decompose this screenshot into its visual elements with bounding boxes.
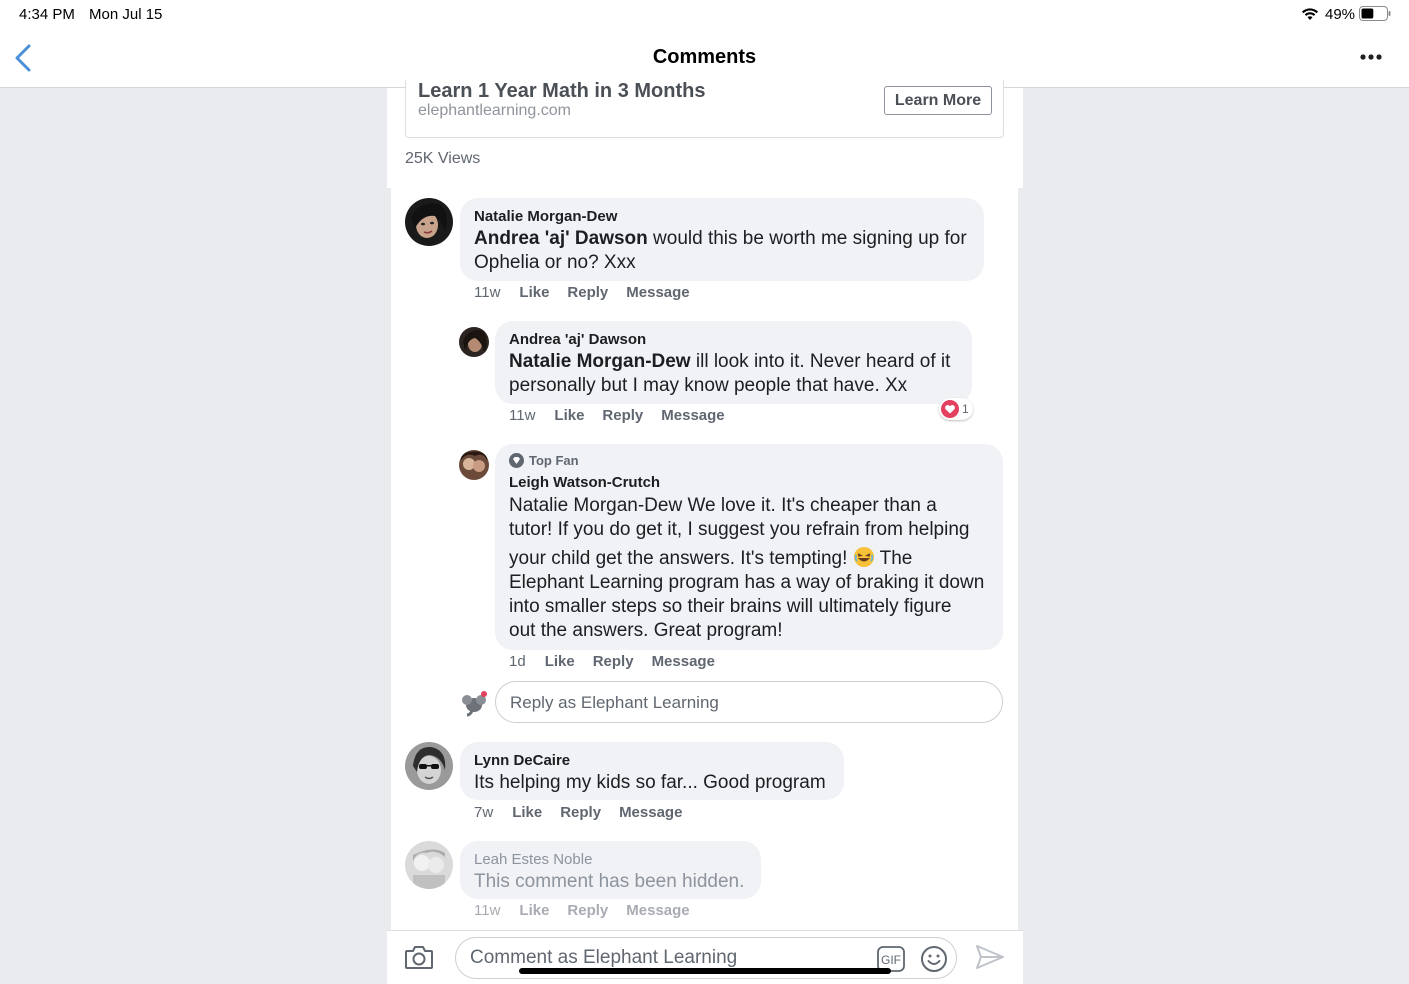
comment-actions: 7w Like Reply Message xyxy=(474,804,682,821)
avatar-natalie-icon xyxy=(405,198,453,246)
reply-input[interactable]: Reply as Elephant Learning xyxy=(495,681,1003,723)
page-avatar xyxy=(459,688,489,718)
avatar[interactable] xyxy=(405,841,453,889)
mention-link[interactable]: Andrea 'aj' Dawson xyxy=(474,228,648,249)
comment-text: This comment has been hidden. xyxy=(474,871,745,892)
top-fan-badge: Top Fan xyxy=(509,453,579,468)
message-button[interactable]: Message xyxy=(626,284,689,301)
comment-time: 11w xyxy=(474,902,501,919)
like-button[interactable]: Like xyxy=(554,407,584,424)
diamond-badge-icon xyxy=(509,453,524,468)
like-button[interactable]: Like xyxy=(519,284,549,301)
svg-text:GIF: GIF xyxy=(881,953,901,967)
more-horizontal-icon[interactable] xyxy=(1356,50,1386,64)
comment-bubble: Leah Estes Noble This comment has been h… xyxy=(460,841,761,899)
avatar[interactable] xyxy=(459,450,489,480)
comment-author[interactable]: Natalie Morgan-Dew xyxy=(474,208,617,225)
like-button[interactable]: Like xyxy=(519,902,549,919)
badge-label: Top Fan xyxy=(529,453,579,468)
comment-time: 7w xyxy=(474,804,494,821)
heart-icon xyxy=(941,400,959,418)
like-button[interactable]: Like xyxy=(545,653,575,670)
message-button[interactable]: Message xyxy=(619,804,682,821)
comment-text: Andrea 'aj' Dawson would this be worth m… xyxy=(474,228,967,273)
mention-link[interactable]: Natalie Morgan-Dew xyxy=(509,351,691,372)
wifi-icon xyxy=(1302,8,1318,20)
battery-percentage: 49% xyxy=(1325,6,1356,23)
avatar[interactable] xyxy=(459,327,489,357)
elephant-logo-icon xyxy=(462,691,487,717)
laughing-emoji-icon xyxy=(853,547,874,567)
page-title: Comments xyxy=(652,46,757,68)
avatar-lynn-icon xyxy=(405,742,453,790)
comment-author[interactable]: Leigh Watson-Crutch xyxy=(509,474,660,491)
status-date: Mon Jul 15 xyxy=(89,6,163,23)
avatar[interactable] xyxy=(405,742,453,790)
comment-text: Natalie Morgan-Dew ill look into it. Nev… xyxy=(509,351,951,396)
reaction-number: 1 xyxy=(962,402,969,416)
comment-author[interactable]: Lynn DeCaire xyxy=(474,752,570,769)
ad-link-card[interactable]: Learn 1 Year Math in 3 Months elephantle… xyxy=(405,80,1004,138)
comment-bubble: Natalie Morgan-Dew Andrea 'aj' Dawson wo… xyxy=(460,198,984,281)
ad-title: Learn 1 Year Math in 3 Months xyxy=(418,80,706,102)
comment-actions: 11w Like Reply Message xyxy=(474,284,690,301)
comment-composer: Comment as Elephant Learning GIF xyxy=(387,930,1023,984)
nav-bar: Comments xyxy=(0,28,1409,88)
reply-button[interactable]: Reply xyxy=(602,407,643,424)
avatar-andrea-icon xyxy=(459,327,489,357)
home-indicator xyxy=(519,968,891,974)
status-time: 4:34 PM xyxy=(19,6,75,23)
status-bar: 4:34 PM Mon Jul 15 49% xyxy=(0,0,1409,28)
reply-placeholder: Reply as Elephant Learning xyxy=(510,693,719,712)
comment-bubble: Andrea 'aj' Dawson Natalie Morgan-Dew il… xyxy=(495,321,972,404)
comment-actions: 11w Like Reply Message xyxy=(509,407,725,424)
comment-actions: 1d Like Reply Message xyxy=(509,653,715,670)
comment-time: 1d xyxy=(509,653,526,670)
avatar[interactable] xyxy=(405,198,453,246)
avatar-leigh-icon xyxy=(459,450,489,480)
comment-text: Its helping my kids so far... Good progr… xyxy=(474,772,826,793)
comment-bubble: Lynn DeCaire Its helping my kids so far.… xyxy=(460,742,844,800)
ad-domain: elephantlearning.com xyxy=(418,102,571,119)
reaction-count[interactable]: 1 xyxy=(939,398,973,420)
view-count: 25K Views xyxy=(405,150,481,167)
reply-button[interactable]: Reply xyxy=(593,653,634,670)
comment-author[interactable]: Andrea 'aj' Dawson xyxy=(509,331,646,348)
smiley-icon[interactable] xyxy=(920,945,948,973)
message-button[interactable]: Message xyxy=(626,902,689,919)
reply-button[interactable]: Reply xyxy=(567,284,608,301)
comment-placeholder: Comment as Elephant Learning xyxy=(470,947,738,968)
message-button[interactable]: Message xyxy=(661,407,724,424)
comment-author[interactable]: Leah Estes Noble xyxy=(474,851,592,868)
camera-icon[interactable] xyxy=(404,943,434,971)
comment-actions: 11w Like Reply Message xyxy=(474,902,690,919)
learn-more-button[interactable]: Learn More xyxy=(884,86,992,115)
battery-icon xyxy=(1359,6,1391,21)
reply-button[interactable]: Reply xyxy=(567,902,608,919)
comment-time: 11w xyxy=(474,284,501,301)
avatar-leah-icon xyxy=(405,841,453,889)
comment-time: 11w xyxy=(509,407,536,424)
like-button[interactable]: Like xyxy=(512,804,542,821)
reply-button[interactable]: Reply xyxy=(560,804,601,821)
comment-text: Natalie Morgan-Dew We love it. It's chea… xyxy=(509,495,985,641)
send-icon[interactable] xyxy=(975,943,1005,971)
message-button[interactable]: Message xyxy=(652,653,715,670)
